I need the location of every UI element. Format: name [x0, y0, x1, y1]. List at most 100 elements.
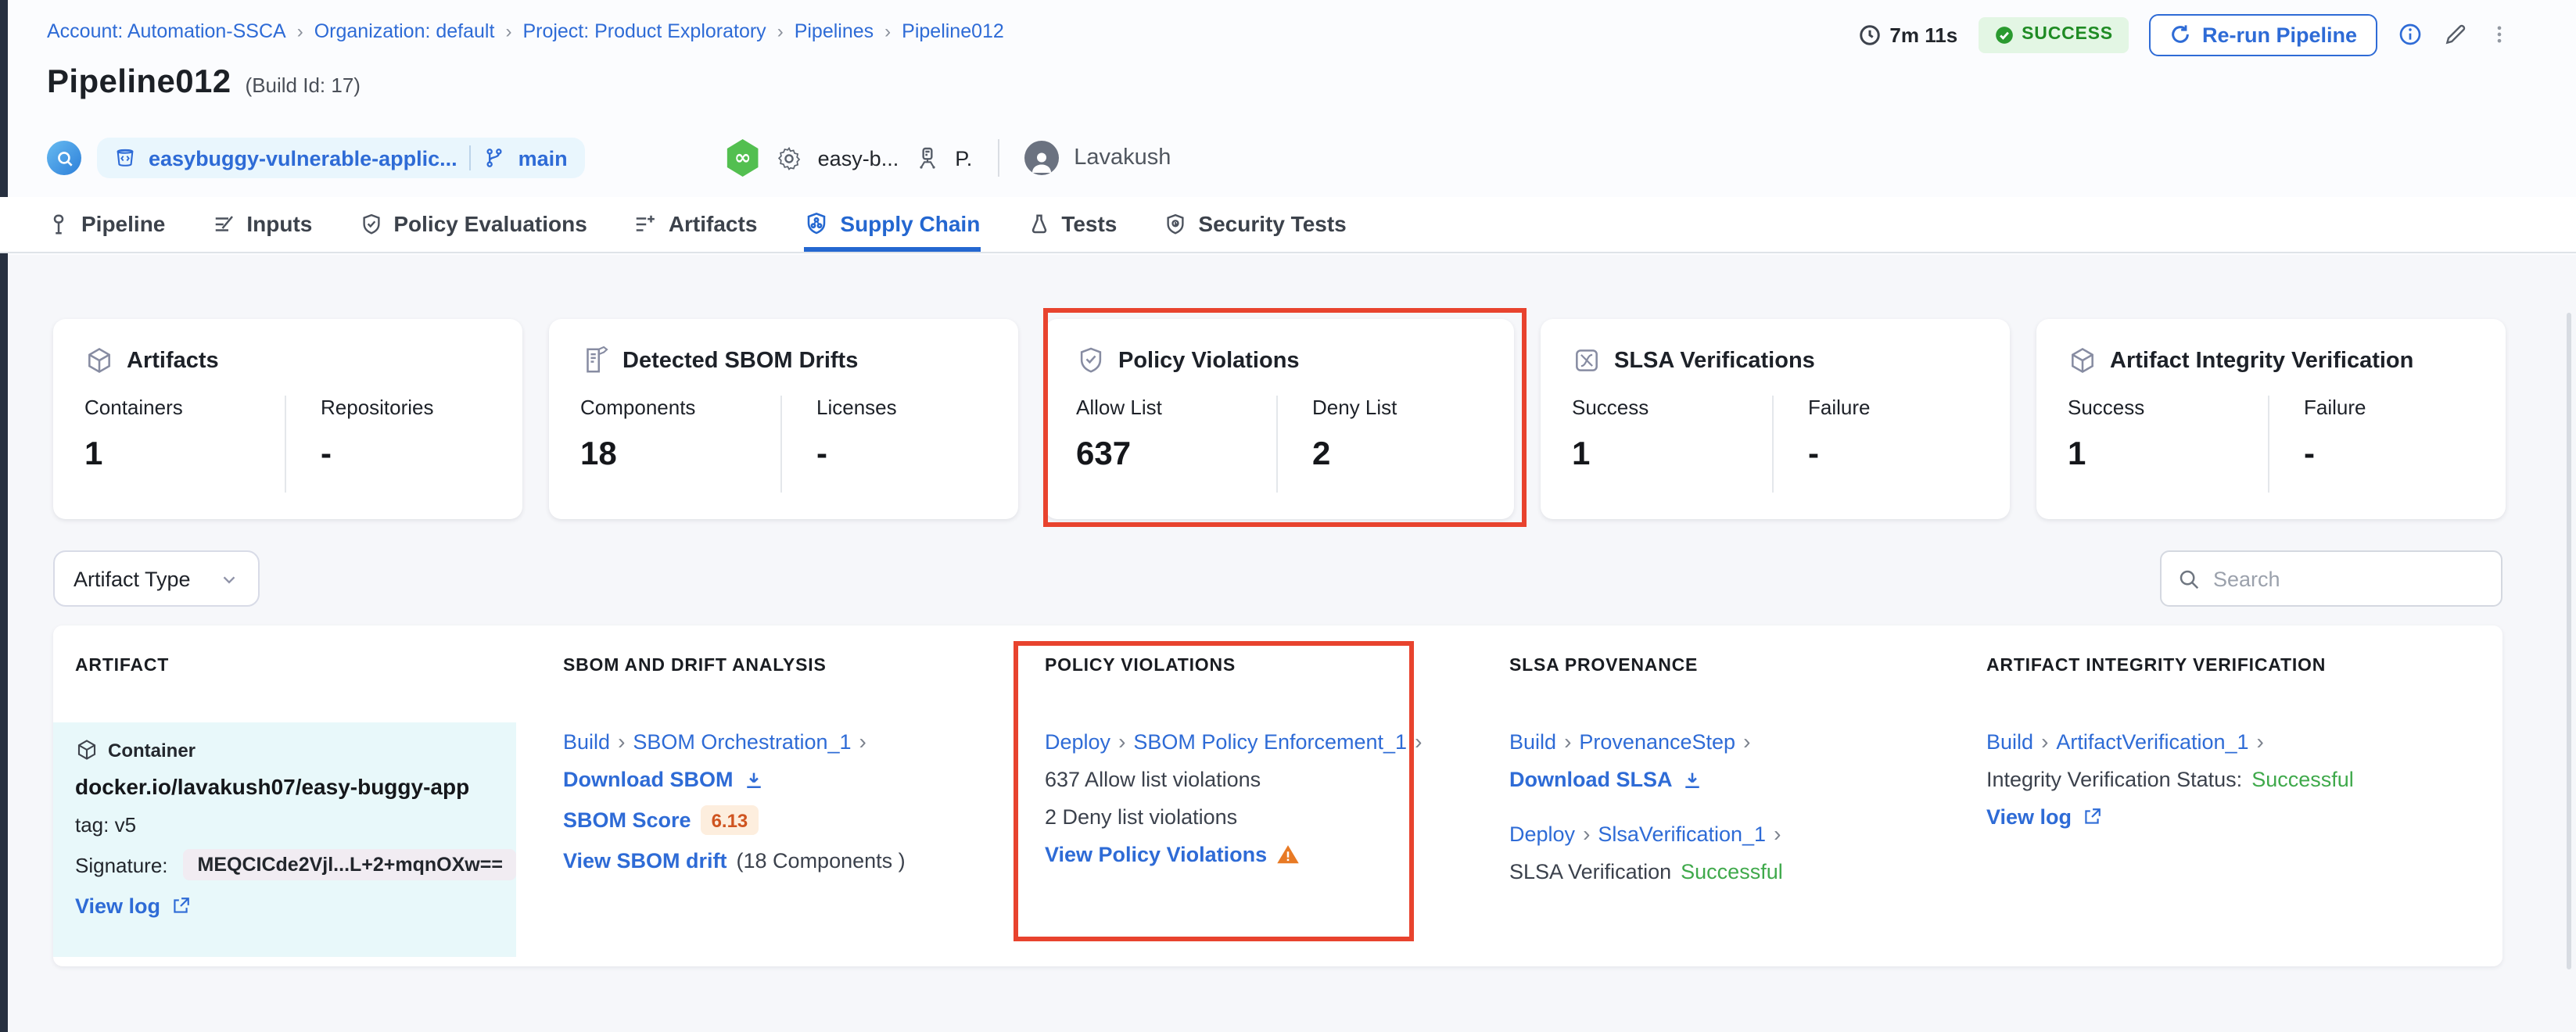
tab-artifacts[interactable]: Artifacts: [634, 197, 758, 252]
integrity-status-value: Successful: [2251, 768, 2354, 791]
rerun-pipeline-button[interactable]: Re-run Pipeline: [2149, 13, 2377, 56]
scrollbar[interactable]: [2567, 313, 2571, 969]
slsa-verification-step-link[interactable]: SlsaVerification_1: [1598, 822, 1766, 845]
signature-value[interactable]: MEQCICde2Vjl...L+2+mqnOXw==: [184, 849, 517, 880]
stat-label: Containers: [84, 396, 285, 419]
warning-icon: [1276, 843, 1300, 866]
column-header-integrity: ARTIFACT INTEGRITY VERIFICATION: [1986, 657, 2326, 675]
tab-security-tests[interactable]: Security Tests: [1164, 197, 1346, 252]
cube-icon: [2068, 346, 2097, 375]
artifact-type-tag: Container: [108, 739, 196, 761]
chevron-right-icon: [1743, 729, 1750, 754]
view-log-link[interactable]: View log: [75, 894, 190, 918]
tab-supply-chain[interactable]: Supply Chain: [804, 197, 980, 252]
slsa-status-value: Successful: [1681, 860, 1783, 883]
artifact-tag: tag: v5: [75, 813, 494, 837]
pipeline-icon: [47, 212, 70, 235]
download-icon: [743, 769, 765, 790]
stat-label: Repositories: [321, 396, 434, 419]
kebab-menu-icon[interactable]: [2488, 20, 2510, 48]
integrity-step-link[interactable]: ArtifactVerification_1: [2056, 729, 2248, 753]
search-input[interactable]: [2213, 567, 2448, 590]
stat-label: Failure: [1808, 396, 1871, 419]
external-link-icon: [2081, 807, 2101, 827]
branch-name[interactable]: main: [518, 146, 568, 170]
info-icon[interactable]: [2398, 22, 2423, 47]
view-log-link[interactable]: View log: [1986, 805, 2354, 829]
breadcrumb-org[interactable]: Organization: default: [314, 20, 495, 42]
stat-label: Allow List: [1076, 396, 1276, 419]
view-policy-violations-link[interactable]: View Policy Violations: [1045, 843, 1267, 866]
card-title: SLSA Verifications: [1614, 348, 1815, 373]
breadcrumb-account[interactable]: Account: Automation-SSCA: [47, 20, 286, 42]
stat-label: Failure: [2304, 396, 2366, 419]
sbom-column: Build SBOM Orchestration_1 Download SBOM…: [563, 729, 906, 873]
card-title: Policy Violations: [1118, 348, 1300, 373]
refresh-icon: [2169, 23, 2191, 45]
repo-branch-pill[interactable]: easybuggy-vulnerable-applic... main: [97, 138, 585, 178]
card-slsa-verifications: SLSA Verifications Success1 Failure-: [1541, 319, 2010, 519]
card-title: Artifact Integrity Verification: [2110, 348, 2413, 373]
sbom-score-link[interactable]: SBOM Score: [563, 808, 691, 832]
stat-label: Components: [580, 396, 780, 419]
search-box: [2160, 550, 2502, 607]
pipeline-ref[interactable]: easy-b...: [818, 146, 899, 170]
integrity-stage-link[interactable]: Build: [1986, 729, 2033, 753]
edit-pencil-icon[interactable]: [2443, 22, 2468, 47]
download-sbom-link[interactable]: Download SBOM: [563, 768, 906, 791]
policy-stage-link[interactable]: Deploy: [1045, 729, 1110, 753]
breadcrumb-pipelines[interactable]: Pipelines: [795, 20, 874, 42]
stat-value: -: [321, 436, 434, 474]
stat-label: Success: [1572, 396, 1772, 419]
meta-divider: [997, 139, 999, 177]
tab-tests[interactable]: Tests: [1027, 197, 1117, 252]
chevron-down-icon: [219, 568, 239, 589]
page-title: Pipeline012: [47, 64, 231, 102]
search-icon: [2177, 567, 2201, 590]
tab-bar: Pipeline Inputs Policy Evaluations Artif…: [0, 197, 2576, 253]
sbom-step-link[interactable]: SBOM Orchestration_1: [633, 729, 851, 753]
supply-chain-page: Account: Automation-SSCA › Organization:…: [0, 0, 2576, 1032]
repo-name[interactable]: easybuggy-vulnerable-applic...: [149, 146, 457, 170]
chevron-right-icon: [1415, 729, 1422, 754]
user-name: Lavakush: [1074, 145, 1171, 170]
artifact-table: ARTIFACT SBOM AND DRIFT ANALYSIS POLICY …: [53, 625, 2502, 966]
provenance-step-link[interactable]: ProvenanceStep: [1579, 729, 1735, 753]
card-title: Detected SBOM Drifts: [622, 348, 858, 373]
cube-icon: [84, 346, 114, 375]
chevron-right-icon: [1118, 729, 1125, 754]
status-badge: SUCCESS: [1978, 16, 2129, 52]
execution-duration: 7m 11s: [1858, 23, 1957, 46]
stat-value: 2: [1312, 436, 1397, 474]
stat-label: Licenses: [816, 396, 897, 419]
gear-icon: [776, 145, 802, 171]
slsa-build-stage-link[interactable]: Build: [1509, 729, 1556, 753]
download-slsa-link[interactable]: Download SLSA: [1509, 768, 1783, 791]
chevron-right-icon: [859, 729, 866, 754]
artifact-type-dropdown[interactable]: Artifact Type: [53, 550, 260, 607]
download-icon: [1682, 769, 1704, 790]
env-short[interactable]: P.: [955, 146, 972, 170]
breadcrumb-pipeline012[interactable]: Pipeline012: [902, 20, 1004, 42]
chevron-right-icon: [1774, 821, 1781, 846]
card-title: Artifacts: [127, 348, 219, 373]
chevron-right-icon: [2041, 729, 2048, 754]
tab-inputs[interactable]: Inputs: [212, 197, 312, 252]
chevron-right-icon: ›: [884, 20, 891, 42]
tab-pipeline[interactable]: Pipeline: [47, 197, 165, 252]
stat-value: -: [1808, 436, 1871, 474]
stat-value: 1: [84, 436, 285, 474]
tab-policy-evaluations[interactable]: Policy Evaluations: [359, 197, 587, 252]
view-sbom-drift-link[interactable]: View SBOM drift: [563, 849, 727, 873]
policy-step-link[interactable]: SBOM Policy Enforcement_1: [1133, 729, 1407, 753]
breadcrumb-project[interactable]: Project: Product Exploratory: [522, 20, 766, 42]
chevron-right-icon: [1583, 821, 1590, 846]
stat-value: 1: [2068, 436, 2268, 474]
slsa-deploy-stage-link[interactable]: Deploy: [1509, 822, 1575, 845]
integrity-status-label: Integrity Verification Status:: [1986, 768, 2242, 791]
signature-label: Signature:: [75, 853, 168, 876]
ci-module-icon: ∞: [726, 139, 760, 177]
artifact-cell: Container docker.io/lavakush07/easy-bugg…: [53, 722, 516, 957]
breadcrumb: Account: Automation-SSCA › Organization:…: [47, 20, 1004, 42]
sbom-stage-link[interactable]: Build: [563, 729, 610, 753]
